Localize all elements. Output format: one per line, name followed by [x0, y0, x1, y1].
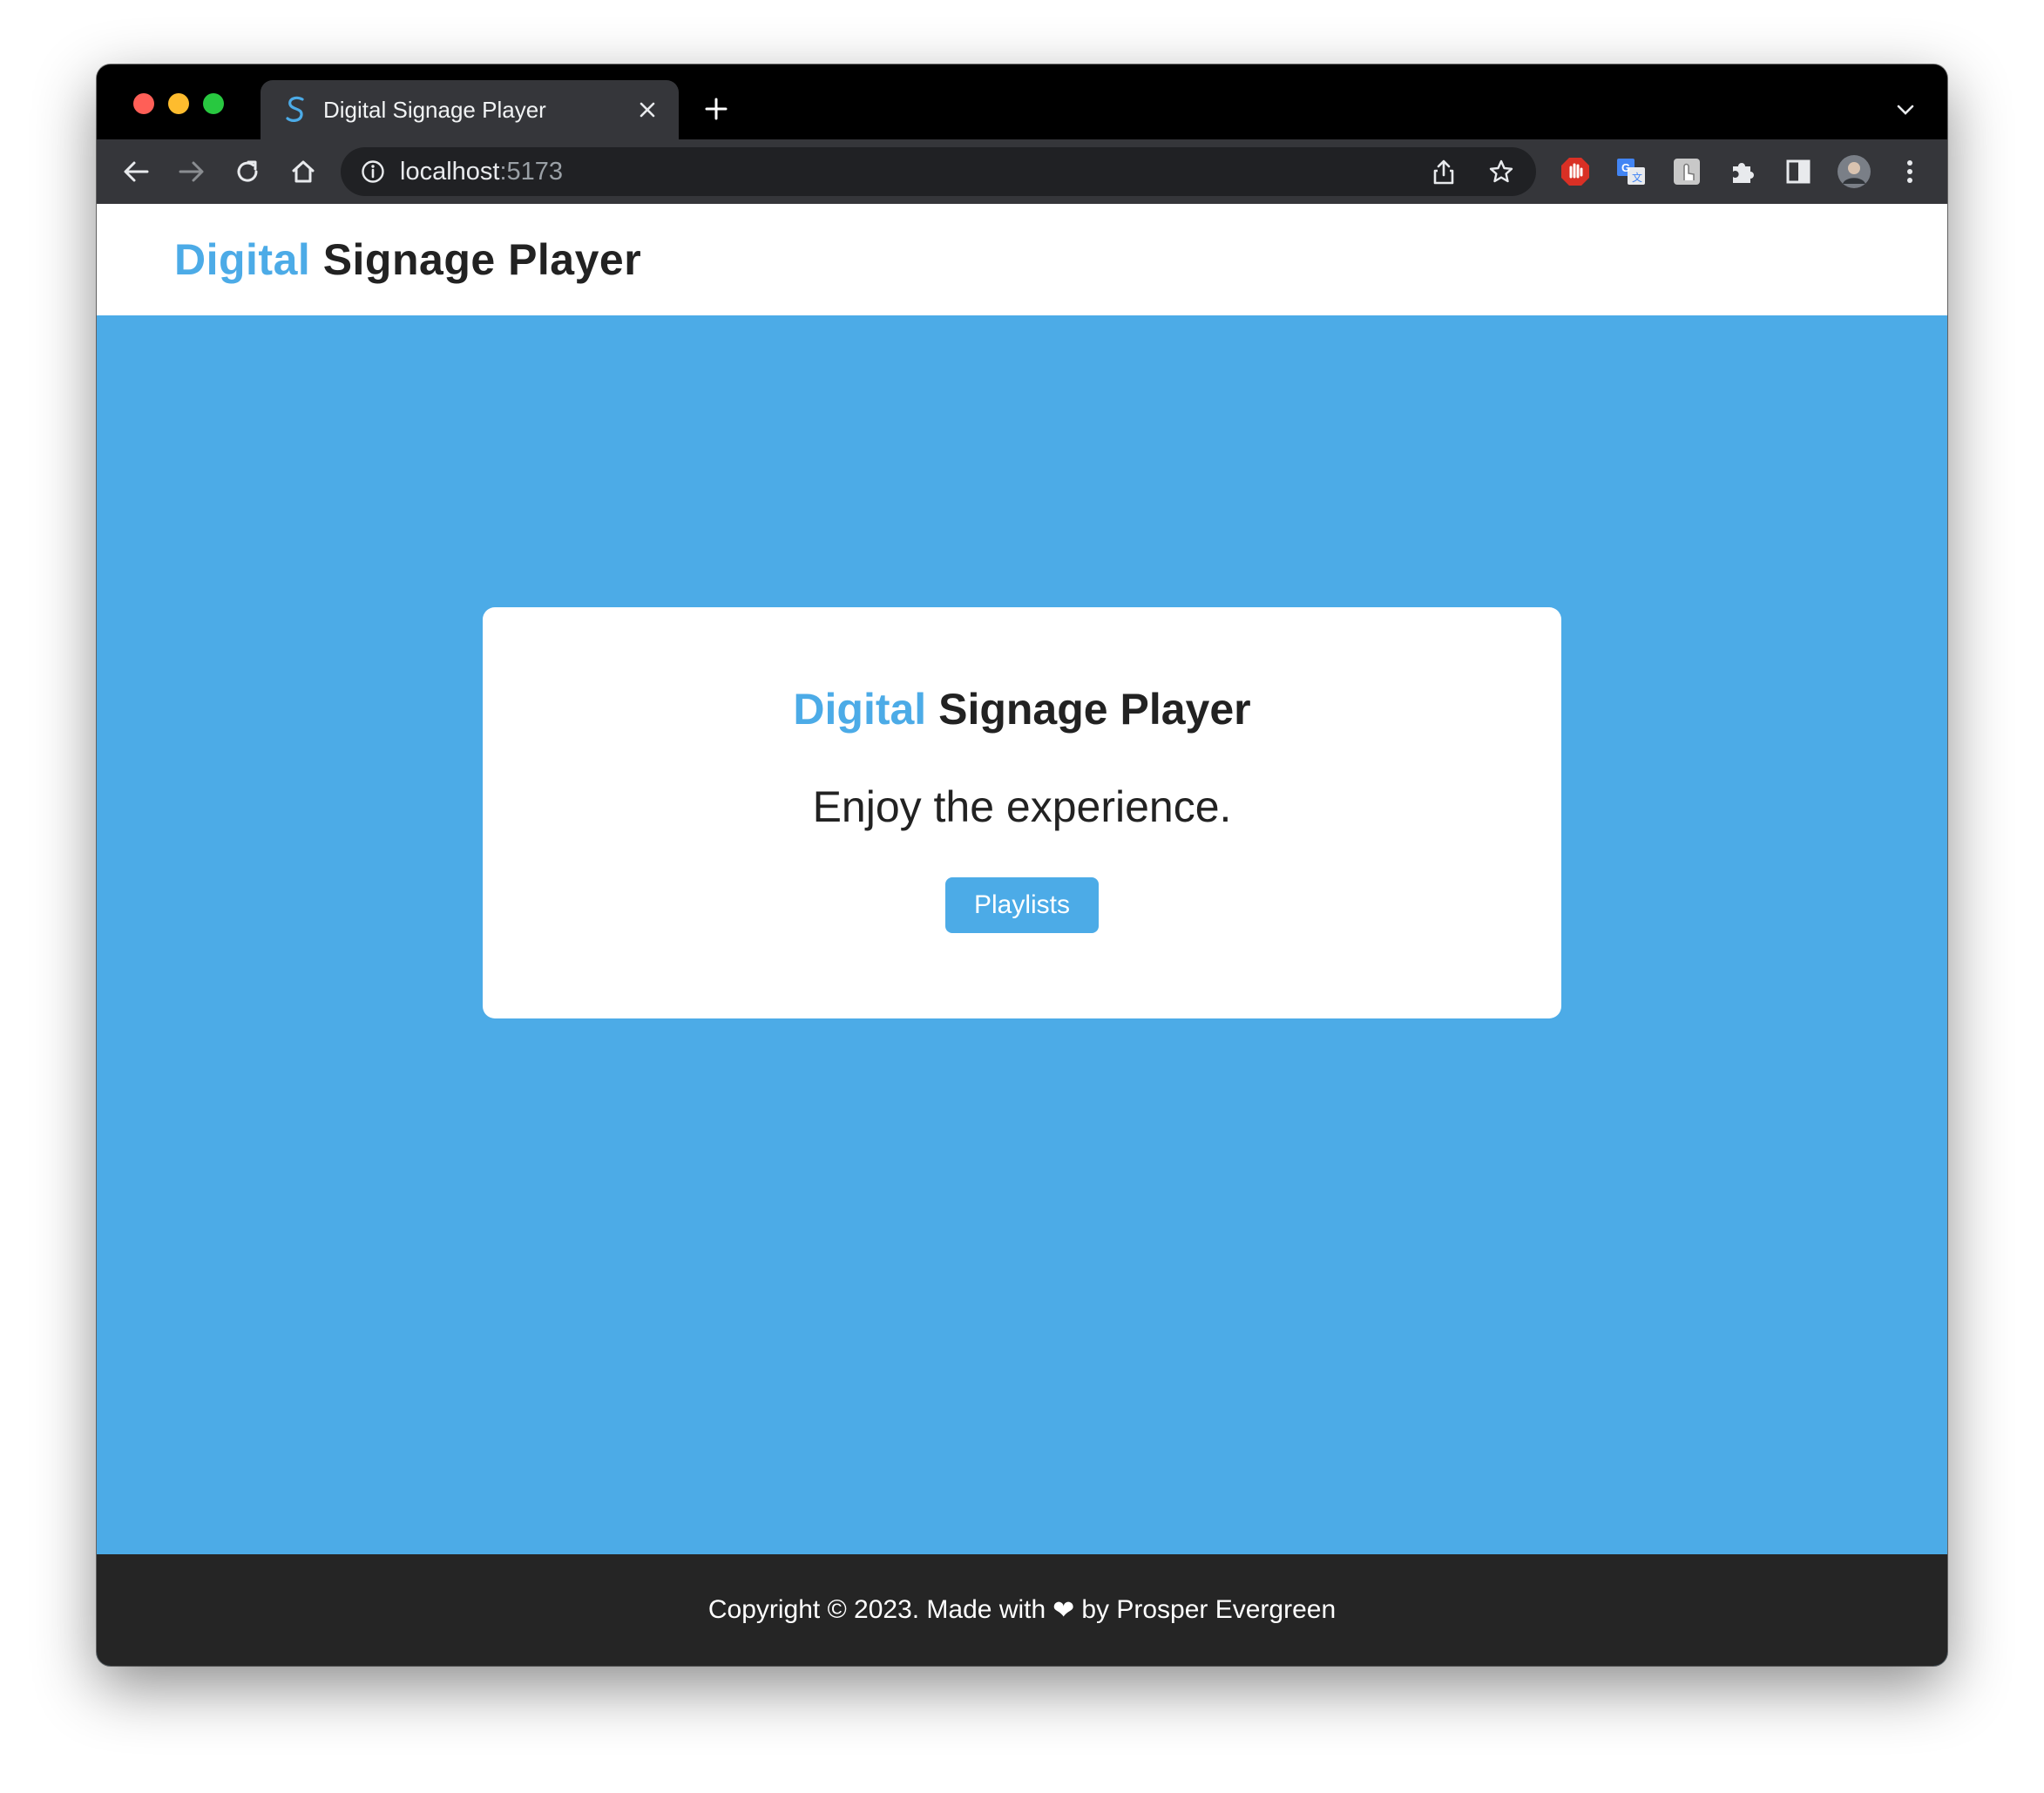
- info-icon[interactable]: [360, 159, 386, 185]
- touch-extension-icon[interactable]: [1669, 154, 1704, 189]
- brand-rest: Signage Player: [310, 235, 642, 284]
- site-footer: Copyright © 2023. Made with ❤ by Prosper…: [97, 1554, 1947, 1666]
- tab-strip: Digital Signage Player: [97, 64, 1947, 139]
- translate-icon[interactable]: G文: [1614, 154, 1648, 189]
- forward-arrow-icon[interactable]: [172, 152, 212, 192]
- site-header: Digital Signage Player: [97, 204, 1947, 315]
- browser-window: Digital Signage Player localhost:5173 G…: [97, 64, 1947, 1666]
- url-port: :5173: [499, 157, 564, 186]
- svg-text:G: G: [1621, 161, 1630, 174]
- browser-toolbar: localhost:5173 G文: [97, 139, 1947, 204]
- close-window-button[interactable]: [133, 93, 154, 114]
- footer-copyright: Copyright © 2023. Made with: [707, 1595, 1046, 1624]
- svg-text:文: 文: [1632, 171, 1642, 184]
- footer-author: by Prosper Evergreen: [1081, 1595, 1337, 1624]
- url-host: localhost: [400, 157, 500, 186]
- brand-accent: Digital: [174, 235, 311, 284]
- hero-title-rest: Signage Player: [926, 685, 1251, 734]
- share-icon[interactable]: [1428, 156, 1459, 187]
- side-panel-icon[interactable]: [1781, 154, 1816, 189]
- kebab-menu-icon[interactable]: [1892, 154, 1927, 189]
- adblock-icon[interactable]: [1558, 154, 1593, 189]
- omnibox-actions: [1428, 156, 1517, 187]
- minimize-window-button[interactable]: [168, 93, 189, 114]
- hero-title: Digital Signage Player: [483, 684, 1561, 734]
- site-brand[interactable]: Digital Signage Player: [174, 234, 641, 285]
- close-tab-icon[interactable]: [633, 96, 661, 124]
- browser-tab[interactable]: Digital Signage Player: [261, 80, 679, 139]
- home-icon[interactable]: [283, 152, 323, 192]
- tab-title: Digital Signage Player: [323, 96, 546, 123]
- hero-subtitle: Enjoy the experience.: [812, 782, 1232, 831]
- new-tab-icon[interactable]: [696, 89, 736, 129]
- heart-icon: ❤: [1052, 1595, 1075, 1625]
- puzzle-icon[interactable]: [1725, 154, 1760, 189]
- playlists-button[interactable]: Playlists: [945, 877, 1099, 933]
- address-bar[interactable]: localhost:5173: [341, 147, 1536, 196]
- back-arrow-icon[interactable]: [116, 152, 156, 192]
- web-page: Digital Signage Player Digital Signage P…: [97, 204, 1947, 1666]
- bookmark-star-icon[interactable]: [1486, 156, 1517, 187]
- hero-card: Digital Signage Player Enjoy the experie…: [483, 607, 1561, 1018]
- chevron-down-icon[interactable]: [1888, 92, 1923, 127]
- profile-avatar[interactable]: [1837, 154, 1871, 189]
- site-favicon-icon: [281, 95, 311, 125]
- maximize-window-button[interactable]: [203, 93, 224, 114]
- reload-icon[interactable]: [227, 152, 267, 192]
- hero-title-accent: Digital: [793, 685, 927, 734]
